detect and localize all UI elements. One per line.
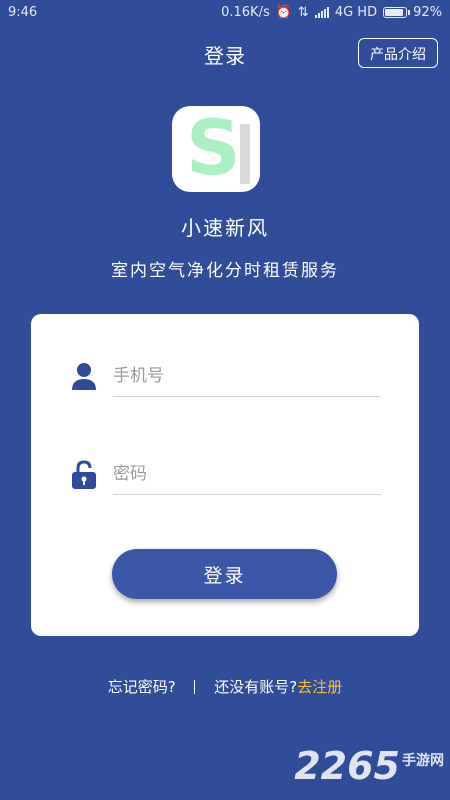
watermark-brand: 2265 [294,744,400,788]
status-right: 0.16K/s ⏰ ⇅ 4G HD 92% [221,5,442,20]
password-field [71,454,381,498]
link-separator [194,679,196,694]
status-time: 9:46 [8,5,38,20]
app-name: 小速新风 [181,216,269,240]
status-bar: 9:46 0.16K/s ⏰ ⇅ 4G HD 92% [0,0,450,26]
login-button[interactable]: 登录 [112,549,337,599]
signal-icon [314,7,329,18]
app-slogan: 室内空气净化分时租赁服务 [111,261,339,281]
data-transfer-icon: ⇅ [297,5,309,20]
logo-letter: S [186,103,241,192]
no-account-text: 还没有账号? [214,678,298,696]
watermark: 2265 手游网 [294,744,444,788]
forgot-password-link[interactable]: 忘记密码? [108,678,176,696]
battery-percent: 92% [413,5,442,20]
unlock-icon [72,460,96,489]
register-link[interactable]: 去注册 [297,678,342,696]
network-speed: 0.16K/s [221,5,270,20]
battery-fill [385,9,403,16]
battery-icon [383,7,411,18]
alarm-icon: ⏰ [275,5,292,20]
password-input[interactable] [113,454,381,495]
phone-field [71,356,381,400]
watermark-sub: 手游网 [402,753,444,769]
product-intro-button[interactable]: 产品介绍 [358,38,438,68]
phone-input[interactable] [113,356,381,397]
user-icon [72,363,96,390]
login-card: 登录 [31,314,419,636]
app-logo: S [172,106,260,192]
footer-links: 忘记密码? 还没有账号?去注册 [0,676,450,697]
network-type: 4G HD [334,5,378,20]
